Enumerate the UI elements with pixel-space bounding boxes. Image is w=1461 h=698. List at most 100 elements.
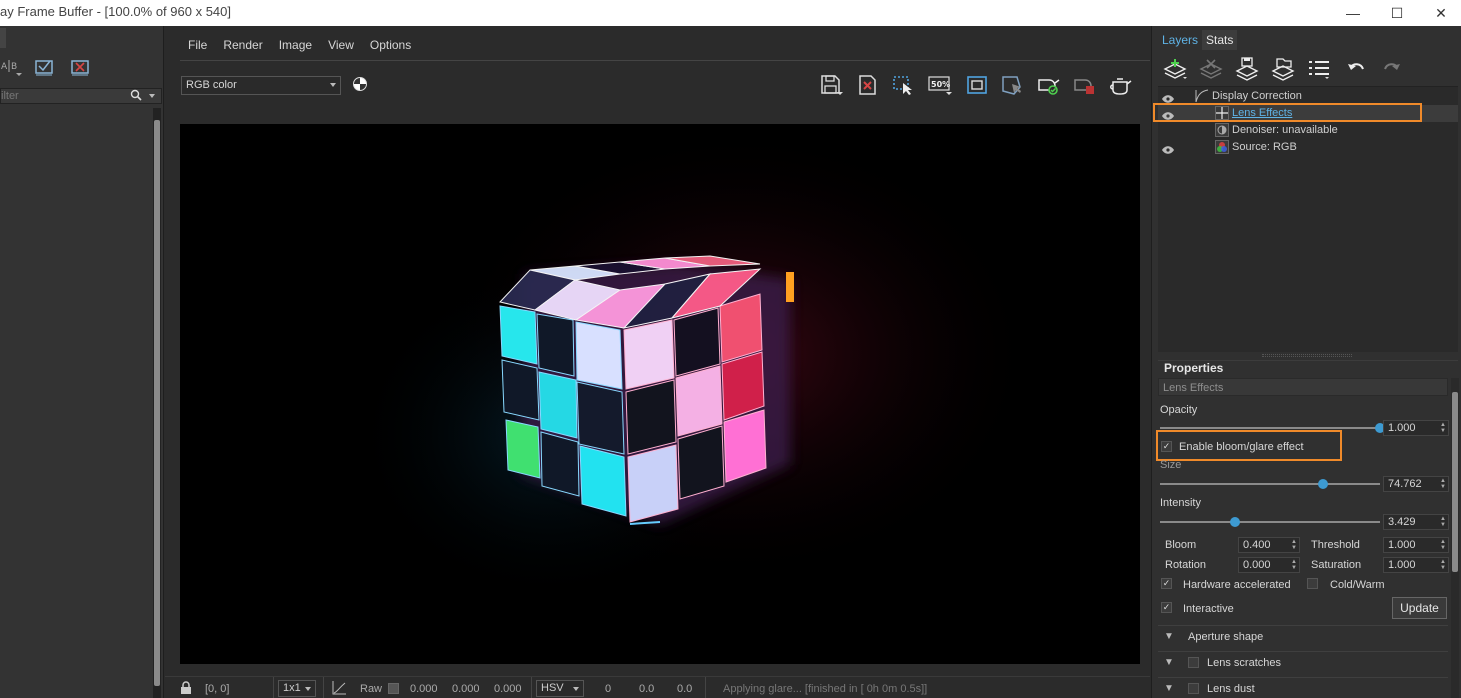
threshold-value: 1.000 bbox=[1388, 539, 1416, 551]
lens-scratches-checkbox[interactable] bbox=[1188, 657, 1199, 668]
track-mouse-icon[interactable] bbox=[999, 72, 1027, 98]
curve-icon bbox=[1195, 89, 1209, 103]
menu-options[interactable]: Options bbox=[362, 36, 419, 54]
minimize-button[interactable]: — bbox=[1330, 0, 1376, 26]
teapot-render-icon[interactable] bbox=[1107, 72, 1135, 98]
check-all-icon[interactable] bbox=[32, 56, 56, 78]
layer-row[interactable]: Denoiser: unavailable bbox=[1158, 122, 1458, 139]
clear-image-icon[interactable] bbox=[854, 72, 882, 98]
rotation-label: Rotation bbox=[1165, 559, 1206, 571]
history-scrollbar[interactable] bbox=[153, 108, 161, 698]
update-button[interactable]: Update bbox=[1392, 597, 1447, 619]
layer-label: Source: RGB bbox=[1232, 141, 1297, 153]
size-field[interactable]: 74.762 ▲ ▼ bbox=[1383, 476, 1449, 492]
maximize-button[interactable]: ☐ bbox=[1374, 0, 1420, 26]
layer-tree: Display Correction Lens Effects Denoiser… bbox=[1158, 86, 1458, 352]
size-value: 74.762 bbox=[1388, 478, 1422, 490]
layer-options-icon[interactable] bbox=[1304, 56, 1334, 82]
raw-checkbox[interactable] bbox=[388, 683, 399, 694]
eye-icon[interactable] bbox=[1162, 92, 1174, 103]
bloom-highlight bbox=[1156, 430, 1342, 461]
frame-icon[interactable] bbox=[963, 72, 991, 98]
lock-icon[interactable] bbox=[179, 681, 193, 698]
stop-render-icon[interactable] bbox=[1071, 72, 1099, 98]
remove-layer-icon[interactable] bbox=[1196, 56, 1226, 82]
chevron-down-icon bbox=[305, 687, 311, 691]
render-viewport[interactable] bbox=[180, 124, 1140, 664]
menu-bar: File Render Image View Options bbox=[180, 36, 419, 54]
menu-file[interactable]: File bbox=[180, 36, 215, 54]
zoom-select[interactable]: 1x1 bbox=[278, 680, 316, 697]
undo-icon[interactable] bbox=[1342, 56, 1372, 82]
size-slider-handle[interactable] bbox=[1317, 479, 1328, 489]
add-layer-icon[interactable] bbox=[1160, 56, 1190, 82]
threshold-field[interactable]: 1.000 ▲ ▼ bbox=[1383, 537, 1449, 553]
saturation-label: Saturation bbox=[1311, 559, 1362, 571]
region-render-icon[interactable] bbox=[889, 72, 917, 98]
saturation-field[interactable]: 1.000 ▲ ▼ bbox=[1383, 557, 1449, 573]
lens-dust-checkbox[interactable] bbox=[1188, 683, 1199, 694]
properties-title: Properties bbox=[1158, 360, 1458, 376]
menu-view[interactable]: View bbox=[320, 36, 362, 54]
panel-tab[interactable] bbox=[0, 28, 6, 48]
redo-icon[interactable] bbox=[1376, 56, 1406, 82]
splitter-handle[interactable] bbox=[1262, 354, 1352, 357]
bloom-field[interactable]: 0.400 ▲ ▼ bbox=[1238, 537, 1300, 553]
saturation-readout: 0.0 bbox=[639, 683, 655, 695]
size-slider[interactable] bbox=[1160, 483, 1380, 485]
opacity-field[interactable]: 1.000 ▲ ▼ bbox=[1383, 420, 1449, 436]
save-layers-icon[interactable] bbox=[1232, 56, 1262, 82]
properties-scrollbar[interactable] bbox=[1451, 378, 1459, 698]
layers-panel: Layers Stats Display Correction Lens Eff… bbox=[1151, 26, 1461, 698]
panel-tabs: Layers Stats bbox=[1158, 30, 1238, 50]
opacity-value: 1.000 bbox=[1388, 422, 1416, 434]
filter-dropdown-icon[interactable] bbox=[149, 94, 155, 98]
clear-all-icon[interactable] bbox=[68, 56, 92, 78]
status-divider bbox=[273, 677, 274, 698]
section-label: Lens scratches bbox=[1207, 657, 1281, 669]
saturation-value: 1.000 bbox=[1388, 559, 1416, 571]
color-correction-icon[interactable] bbox=[353, 77, 367, 91]
interactive-checkbox[interactable]: ✓ bbox=[1161, 602, 1172, 613]
save-icon[interactable] bbox=[817, 72, 845, 98]
section-lens-scratches[interactable]: ▼ Lens scratches bbox=[1158, 651, 1448, 673]
close-button[interactable]: ✕ bbox=[1418, 0, 1461, 26]
intensity-slider[interactable] bbox=[1160, 521, 1380, 523]
svg-text:A: A bbox=[1, 62, 8, 72]
channel-select[interactable]: RGB color bbox=[181, 76, 341, 95]
load-layers-icon[interactable] bbox=[1268, 56, 1298, 82]
zoom-select-value: 1x1 bbox=[283, 682, 301, 694]
chevron-down-icon: ▼ bbox=[1164, 683, 1174, 694]
section-lens-dust[interactable]: ▼ Lens dust bbox=[1158, 677, 1448, 698]
hardware-accelerated-label: Hardware accelerated bbox=[1183, 579, 1291, 591]
rotation-field[interactable]: 0.000 ▲ ▼ bbox=[1238, 557, 1300, 573]
tab-stats[interactable]: Stats bbox=[1202, 30, 1238, 50]
cold-warm-checkbox[interactable] bbox=[1307, 578, 1318, 589]
section-aperture-shape[interactable]: ▼ Aperture shape bbox=[1158, 625, 1448, 647]
frame-buffer-main: File Render Image View Options RGB color… bbox=[165, 26, 1150, 698]
render-icon[interactable] bbox=[1035, 72, 1063, 98]
layer-row[interactable]: Source: RGB bbox=[1158, 139, 1458, 156]
zoom-50-icon[interactable]: 50% bbox=[926, 72, 954, 98]
hardware-accelerated-checkbox[interactable]: ✓ bbox=[1161, 578, 1172, 589]
search-icon[interactable] bbox=[130, 89, 142, 104]
intensity-label: Intensity bbox=[1160, 497, 1201, 509]
tab-layers[interactable]: Layers bbox=[1158, 30, 1202, 50]
intensity-value: 3.429 bbox=[1388, 516, 1416, 528]
intensity-field[interactable]: 3.429 ▲ ▼ bbox=[1383, 514, 1449, 530]
chevron-down-icon bbox=[573, 687, 579, 691]
menu-divider bbox=[180, 60, 1150, 61]
intensity-slider-handle[interactable] bbox=[1229, 517, 1240, 527]
curve-icon[interactable] bbox=[331, 680, 347, 698]
section-label: Lens dust bbox=[1207, 683, 1255, 695]
menu-image[interactable]: Image bbox=[271, 36, 320, 54]
opacity-slider[interactable] bbox=[1160, 427, 1380, 429]
layer-label: Denoiser: unavailable bbox=[1232, 124, 1338, 136]
zoom-badge-text: 50% bbox=[931, 80, 950, 89]
color-mode-select[interactable]: HSV bbox=[536, 680, 584, 697]
chevron-down-icon: ▼ bbox=[1164, 631, 1174, 642]
ab-compare-icon[interactable]: AB bbox=[0, 56, 24, 78]
eye-icon[interactable] bbox=[1162, 143, 1174, 154]
menu-render[interactable]: Render bbox=[215, 36, 270, 54]
channel-select-value: RGB color bbox=[186, 79, 237, 91]
